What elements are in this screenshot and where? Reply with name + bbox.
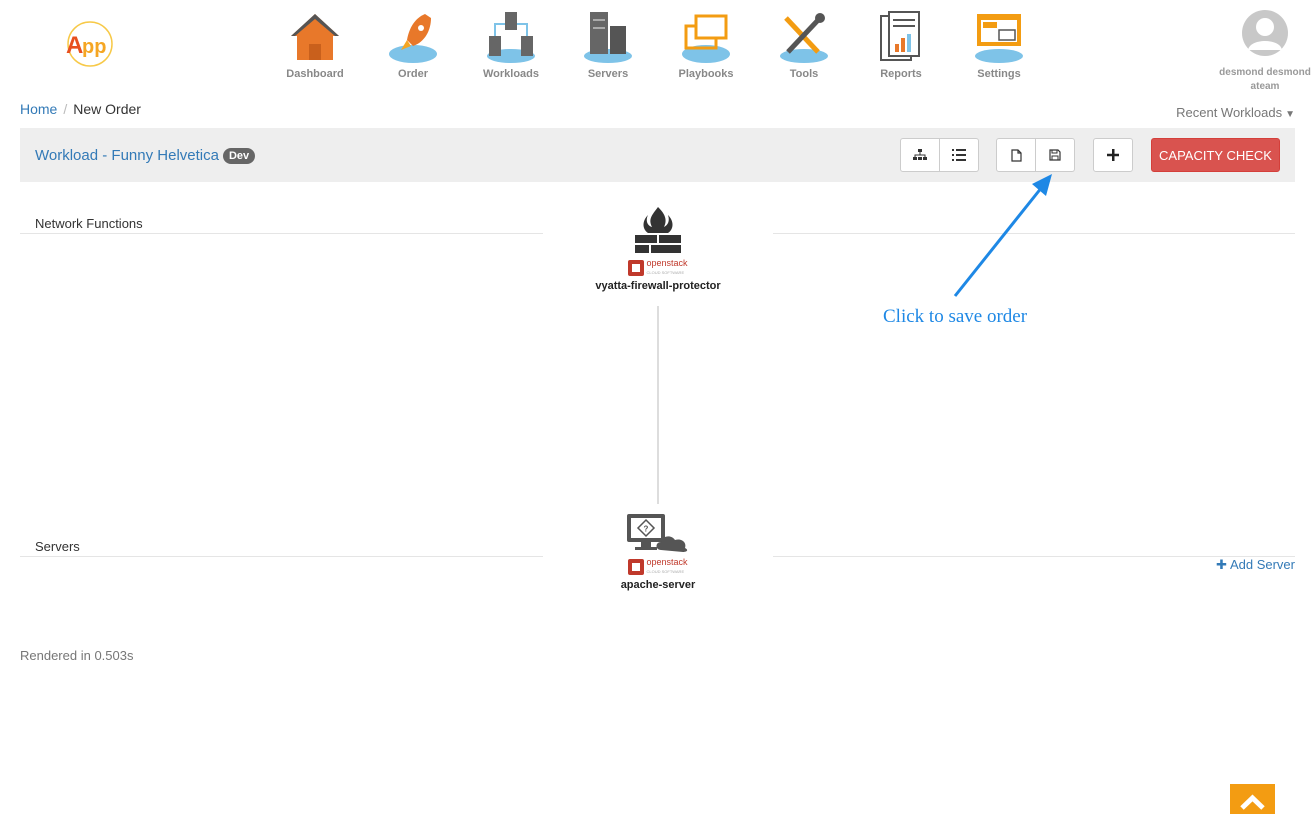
user-menu[interactable]: desmond desmond ateam — [1215, 10, 1315, 94]
save-icon — [1049, 149, 1061, 161]
servers-heading: Servers — [35, 539, 80, 554]
provider-sub: CLOUD SOFTWARE — [646, 569, 685, 574]
nav-label: Tools — [789, 68, 819, 80]
reports-icon — [880, 11, 920, 61]
user-team: ateam — [1250, 81, 1280, 92]
rocket-icon — [389, 14, 437, 63]
firewall-icon — [635, 207, 681, 253]
recent-workloads-label: Recent Workloads — [1176, 105, 1283, 120]
list-icon — [952, 149, 966, 161]
openstack-logo: openstack CLOUD SOFTWARE — [625, 258, 691, 278]
nav-label: Playbooks — [678, 68, 734, 80]
caret-down-icon: ▼ — [1285, 109, 1295, 120]
breadcrumb-current: New Order — [73, 101, 141, 117]
provider-name: openstack — [646, 258, 688, 268]
avatar — [1242, 10, 1288, 56]
nav-order[interactable]: Order — [373, 10, 453, 80]
nav-label: Dashboard — [286, 68, 344, 80]
provider-sub: CLOUD SOFTWARE — [646, 270, 685, 275]
openstack-logo: openstack CLOUD SOFTWARE — [625, 557, 691, 577]
nav-tools[interactable]: Tools — [764, 10, 844, 80]
topology-view-button[interactable] — [900, 138, 940, 172]
divider — [20, 556, 543, 557]
network-functions-heading: Network Functions — [35, 216, 143, 231]
new-document-button[interactable] — [996, 138, 1036, 172]
nav-label: Order — [398, 68, 428, 80]
nav-label: Settings — [977, 68, 1021, 80]
node-label: apache-server — [620, 579, 696, 591]
nav-reports[interactable]: Reports — [861, 10, 941, 80]
scroll-top-button[interactable] — [1230, 784, 1275, 814]
tools-icon — [780, 13, 828, 63]
render-time: Rendered in 0.503s — [20, 648, 134, 663]
divider — [773, 233, 1295, 234]
add-server-label: Add Server — [1229, 557, 1295, 572]
home-icon — [291, 14, 339, 60]
connection-line — [657, 306, 659, 504]
user-name: desmond desmond — [1219, 67, 1311, 78]
divider — [20, 233, 543, 234]
annotation-text: Click to save order — [883, 306, 1028, 327]
servers-icon — [584, 12, 632, 63]
nav-label: Workloads — [482, 68, 540, 80]
top-nav: Dashboard Order Workloads Servers Playbo… — [0, 10, 1315, 90]
recent-workloads-dropdown[interactable]: Recent Workloads ▼ — [1176, 105, 1295, 120]
workloads-icon — [487, 12, 535, 63]
chevron-up-icon — [1240, 794, 1265, 810]
plus-icon: ✚ — [1216, 557, 1228, 572]
nav-label: Servers — [587, 68, 629, 80]
svg-text:?: ? — [644, 525, 649, 534]
nav-playbooks[interactable]: Playbooks — [666, 10, 746, 80]
node-label: vyatta-firewall-protector — [595, 280, 721, 292]
add-server-link[interactable]: ✚ Add Server — [1216, 557, 1295, 573]
playbooks-icon — [682, 14, 730, 63]
nav-servers[interactable]: Servers — [568, 10, 648, 80]
workload-toolbar: Workload - Funny Helvetica Dev CAPACITY … — [20, 128, 1295, 182]
list-view-button[interactable] — [940, 138, 979, 172]
server-unknown-icon: ? — [627, 514, 688, 552]
node-firewall[interactable]: openstack CLOUD SOFTWARE vyatta-firewall-… — [583, 205, 733, 292]
file-icon — [1010, 148, 1022, 162]
workload-title[interactable]: Workload - Funny Helvetica Dev — [35, 147, 256, 164]
breadcrumb: Home / New Order — [20, 101, 141, 117]
nav-workloads[interactable]: Workloads — [471, 10, 551, 80]
save-order-button[interactable] — [1036, 138, 1075, 172]
nav-dashboard[interactable]: Dashboard — [275, 10, 355, 80]
node-server[interactable]: ? openstack CLOUD SOFTWARE apache-server — [583, 512, 733, 591]
sitemap-icon — [913, 149, 927, 160]
breadcrumb-home[interactable]: Home — [20, 101, 57, 117]
settings-icon — [975, 14, 1023, 63]
add-button[interactable] — [1093, 138, 1133, 172]
nav-settings[interactable]: Settings — [959, 10, 1039, 80]
plus-icon — [1107, 149, 1119, 161]
env-badge: Dev — [222, 148, 256, 164]
capacity-check-button[interactable]: CAPACITY CHECK — [1151, 138, 1280, 172]
nav-label: Reports — [880, 68, 922, 80]
provider-name: openstack — [646, 557, 688, 567]
workload-title-text: Workload - Funny Helvetica — [35, 147, 219, 164]
